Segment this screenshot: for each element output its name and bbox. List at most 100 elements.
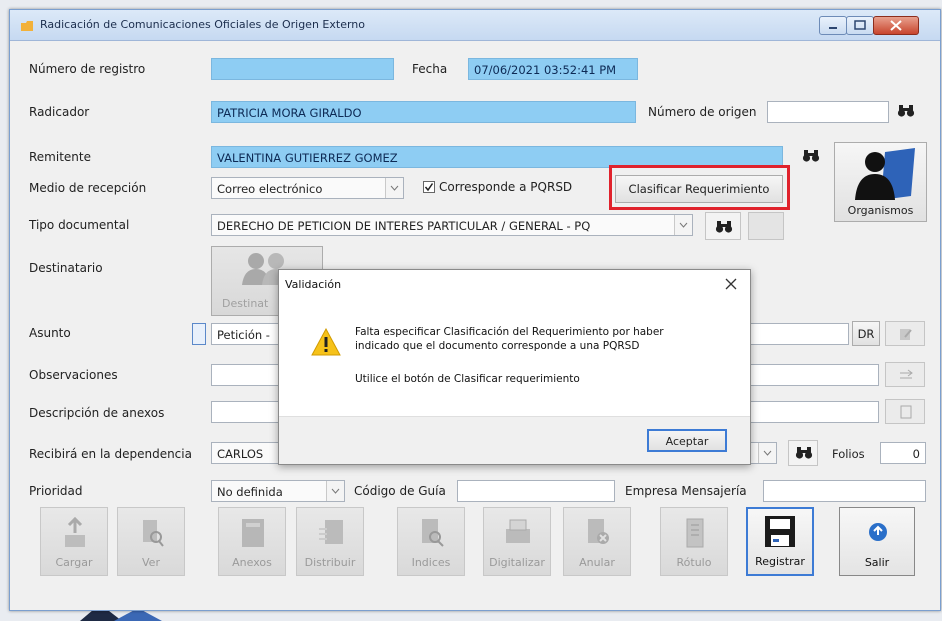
binoculars-icon (795, 447, 813, 459)
organismos-label: Organismos (847, 204, 914, 217)
rotulo-label: Rótulo (676, 556, 712, 569)
registrar-label: Registrar (755, 555, 805, 568)
salir-button[interactable]: Salir (839, 507, 915, 576)
dropdown-arrow (326, 481, 344, 501)
empresa-mensajeria-label: Empresa Mensajería (625, 484, 747, 498)
dropdown-arrow (674, 215, 692, 235)
search-tipo-button[interactable] (705, 212, 741, 240)
medio-recepcion-select[interactable]: Correo electrónico (211, 177, 404, 199)
organization-folder-icon (855, 148, 915, 200)
codigo-guia-label: Código de Guía (354, 484, 446, 498)
tipo-extra-button[interactable] (748, 212, 784, 240)
anexos-label: Anexos (232, 556, 272, 569)
recibira-dependencia-label: Recibirá en la dependencia (29, 447, 192, 461)
binoculars-icon (897, 105, 915, 117)
close-icon (890, 20, 902, 31)
app-icon (21, 21, 33, 31)
tipo-documental-label: Tipo documental (29, 218, 130, 232)
cargar-label: Cargar (55, 556, 93, 569)
observaciones-label: Observaciones (29, 368, 118, 382)
binoculars-icon (715, 221, 733, 233)
remitente-label: Remitente (29, 150, 91, 164)
descripcion-anexos-label: Descripción de anexos (29, 406, 165, 420)
digitalizar-label: Digitalizar (489, 556, 545, 569)
chevron-down-icon (390, 185, 399, 191)
search-remitente-button[interactable] (799, 145, 823, 169)
asunto-label: Asunto (29, 326, 71, 340)
numero-origen-label: Número de origen (648, 105, 757, 119)
anular-button[interactable]: Anular (563, 507, 631, 576)
edit-icon (900, 329, 912, 340)
anexos-button[interactable]: Anexos (218, 507, 286, 576)
destinatario-label: Destinatario (29, 261, 103, 275)
save-disk-icon (765, 516, 795, 547)
radicador-label: Radicador (29, 105, 90, 119)
tipo-documental-value: DERECHO DE PETICION DE INTERES PARTICULA… (217, 219, 591, 233)
annotation-highlight-box (609, 165, 790, 210)
validation-dialog: Validación Falta especificar Clasificaci… (278, 269, 751, 465)
asunto-edit-button[interactable] (885, 321, 925, 346)
indices-button[interactable]: Indices (397, 507, 465, 576)
cancel-document-icon (588, 519, 609, 544)
tipo-documental-select[interactable]: DERECHO DE PETICION DE INTERES PARTICULA… (211, 214, 693, 236)
dr-button[interactable]: DR (852, 321, 880, 346)
cargar-button[interactable]: Cargar (40, 507, 108, 576)
distribuir-button[interactable]: Distribuir (296, 507, 364, 576)
dropdown-arrow (758, 443, 776, 463)
search-origen-button[interactable] (894, 100, 918, 124)
folios-label: Folios (832, 447, 865, 461)
dialog-message-line1: Falta especificar Clasificación del Requ… (355, 326, 664, 338)
view-document-icon (143, 520, 164, 547)
dialog-message-line2: indicado que el documento corresponde a … (355, 340, 640, 352)
accept-button[interactable]: Aceptar (647, 429, 727, 452)
codigo-guia-input[interactable] (457, 480, 615, 502)
dialog-close-button[interactable] (719, 272, 743, 296)
minimize-icon (829, 27, 837, 29)
checkmark-icon (424, 183, 434, 192)
arrows-icon (900, 369, 913, 379)
maximize-button[interactable] (846, 16, 874, 35)
indices-label: Indices (411, 556, 451, 569)
anular-label: Anular (579, 556, 615, 569)
prioridad-value: No definida (217, 485, 283, 499)
salir-label: Salir (864, 556, 890, 569)
registrar-button[interactable]: Registrar (746, 507, 814, 576)
dropdown-arrow (385, 178, 403, 198)
empresa-mensajeria-input[interactable] (763, 480, 926, 502)
numero-registro-field[interactable] (211, 58, 394, 80)
medio-recepcion-label: Medio de recepción (29, 181, 147, 195)
distribuir-label: Distribuir (304, 556, 356, 569)
distribute-icon (319, 520, 343, 544)
fecha-field[interactable]: 07/06/2021 03:52:41 PM (468, 58, 638, 80)
dialog-message-line3: Utilice el botón de Clasificar requerimi… (355, 373, 580, 385)
prioridad-select[interactable]: No definida (211, 480, 345, 502)
observaciones-action-button[interactable] (885, 362, 925, 387)
ver-button[interactable]: Ver (117, 507, 185, 576)
organismos-button[interactable]: Organismos (834, 142, 927, 222)
prioridad-label: Prioridad (29, 484, 83, 498)
close-button[interactable] (873, 16, 919, 35)
anexos-action-button[interactable] (885, 399, 925, 424)
chevron-down-icon (331, 488, 340, 494)
minimize-button[interactable] (819, 16, 847, 35)
search-dependencia-button[interactable] (788, 440, 818, 466)
exit-icon (869, 523, 887, 541)
numero-origen-input[interactable] (767, 101, 889, 123)
attachments-icon (242, 519, 264, 547)
pqrsd-label: Corresponde a PQRSD (439, 180, 573, 194)
folios-input[interactable]: 0 (880, 442, 926, 464)
document-icon (900, 405, 912, 419)
index-search-icon (422, 519, 444, 547)
pqrsd-checkbox[interactable] (423, 181, 435, 193)
radicador-field[interactable]: PATRICIA MORA GIRALDO (211, 101, 636, 123)
binoculars-icon (802, 150, 820, 162)
digitalizar-button[interactable]: Digitalizar (483, 507, 551, 576)
scanner-icon (506, 519, 530, 543)
dialog-footer: Aceptar (279, 416, 750, 464)
label-print-icon (686, 518, 704, 548)
rotulo-button[interactable]: Rótulo (660, 507, 728, 576)
fecha-label: Fecha (412, 62, 448, 76)
warning-icon (311, 328, 341, 356)
ver-label: Ver (142, 556, 160, 569)
asunto-toggle-button[interactable] (192, 323, 206, 345)
